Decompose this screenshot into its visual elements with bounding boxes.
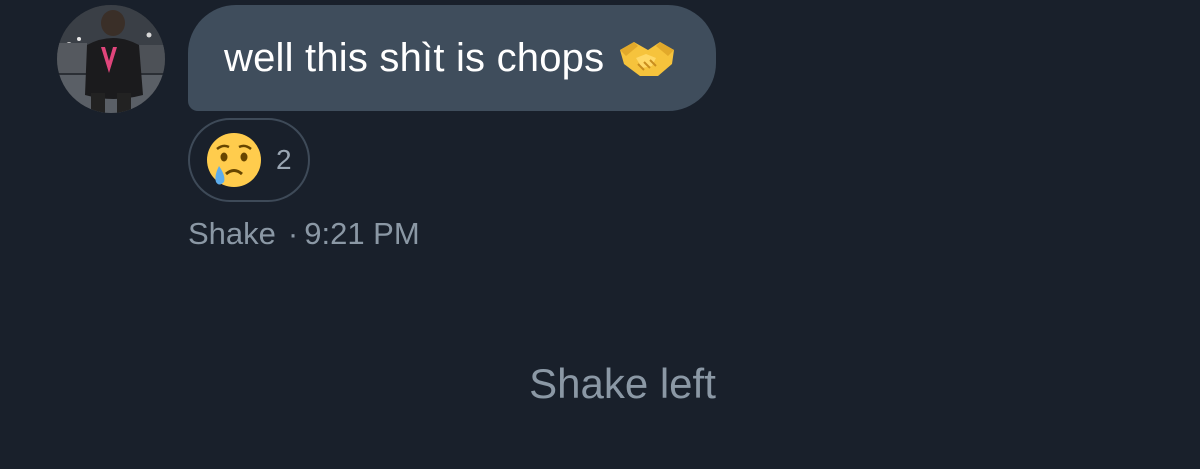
crying-face-icon [204,130,264,190]
avatar-photo [57,5,165,113]
reaction-pill[interactable]: 2 [188,118,310,202]
meta-separator: · [287,216,299,251]
handshake-icon [618,36,676,80]
message-bubble[interactable]: well this shìt is chops [188,5,717,111]
avatar[interactable] [57,5,165,113]
sender-name[interactable]: Shake [188,216,276,251]
reaction-count: 2 [276,144,292,175]
dm-conversation: well this shìt is chops 2 Shake · 9:21 P… [0,0,1200,469]
message-meta: Shake · 9:21 PM [188,216,420,252]
message-timestamp: 9:21 PM [304,216,420,251]
conversation-event: Shake left [529,360,716,407]
message-text: well this shìt is chops [224,35,605,80]
